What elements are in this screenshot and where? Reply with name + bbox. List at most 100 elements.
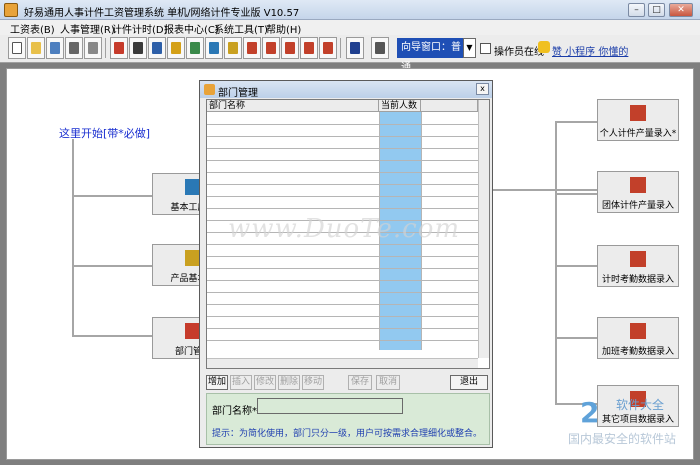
move-button[interactable]: 移动	[302, 375, 324, 390]
user-icon[interactable]	[129, 37, 147, 59]
menu-help[interactable]: 帮助(H)	[266, 21, 301, 36]
form-icon[interactable]	[148, 37, 166, 59]
exit-button[interactable]: 退出	[450, 375, 488, 390]
menu-tools[interactable]: 系统工具(T)	[214, 21, 268, 36]
logo-text-top: 软件大全	[616, 398, 665, 412]
close-button[interactable]: ✕	[669, 3, 693, 17]
connector-line	[72, 265, 152, 267]
connector-line	[555, 337, 597, 339]
connector-line	[72, 139, 74, 337]
logo-text-bottom: 国内最安全的软件站	[568, 432, 677, 446]
calculator-icon[interactable]	[65, 37, 83, 59]
dialog-title: 部门管理	[218, 88, 258, 99]
department-name-field[interactable]	[257, 398, 403, 414]
dialog-title-bar: 部门管理 x	[200, 81, 492, 99]
menu-salary[interactable]: 工资表(B)	[10, 21, 55, 36]
node-overtime[interactable]: 加班考勤数据录入	[597, 317, 679, 359]
connector-line	[72, 195, 152, 197]
node-label: 计时考勤数据录入	[601, 275, 674, 285]
exit-icon[interactable]	[371, 37, 389, 59]
dialog-button-row: 增加 插入 修改 删除 移动 保存 取消 退出	[206, 375, 490, 391]
connector-line	[555, 193, 597, 195]
vertical-scrollbar[interactable]	[478, 100, 489, 358]
insert-button[interactable]: 插入	[230, 375, 252, 390]
cancel-button[interactable]: 取消	[376, 375, 400, 390]
column-header-blank	[421, 100, 478, 112]
grid-row-line	[207, 136, 489, 137]
minimize-button[interactable]: –	[628, 3, 645, 17]
guide-window-select[interactable]: 向导窗口：普通	[397, 38, 465, 73]
grid-row-line	[207, 280, 489, 281]
title-bar: 好易通用人事计件工资管理系统 单机/网络计件专业版 V10.57 – □ ✕	[0, 0, 700, 20]
grid-row-line	[207, 244, 489, 245]
site-logo: 2 软件大全 国内最安全的软件站	[566, 390, 696, 460]
department-name-label: 部门名称*:	[212, 406, 261, 417]
export-icon[interactable]	[346, 37, 364, 59]
app-icon	[4, 3, 18, 17]
horizontal-scrollbar[interactable]	[207, 358, 478, 368]
dialog-close-button[interactable]: x	[476, 83, 489, 95]
edit-icon	[630, 323, 646, 339]
edit-e-icon[interactable]	[319, 37, 337, 59]
department-dialog: 部门管理 x 部门名称 当前人数 增加 插入 修改 删除 移动 保存 取消 退出…	[199, 80, 493, 448]
edit-icon	[630, 105, 646, 121]
edit-a-icon[interactable]	[243, 37, 261, 59]
hint-text: 提示：为简化使用，部门只分一级，用户可按需求合理细化或整合。	[212, 429, 483, 439]
book-icon[interactable]	[167, 37, 185, 59]
menu-piecework[interactable]: 计件计时(D)	[112, 21, 168, 36]
add-button[interactable]: 增加	[206, 375, 228, 390]
grid-row-line	[207, 172, 489, 173]
edit-d-icon[interactable]	[300, 37, 318, 59]
maximize-button[interactable]: □	[648, 3, 665, 17]
node-personal-piecework[interactable]: 个人计件产量录入*	[597, 99, 679, 141]
print-icon[interactable]	[84, 37, 102, 59]
grid-row-line	[207, 208, 489, 209]
sheet-icon[interactable]	[205, 37, 223, 59]
column-header-count[interactable]: 当前人数	[379, 100, 421, 112]
toolbar-separator	[340, 38, 341, 58]
toolbar-separator	[105, 38, 106, 58]
operator-online-checkbox[interactable]	[480, 43, 491, 54]
node-label: 加班考勤数据录入	[601, 347, 674, 357]
chevron-down-icon[interactable]: ▼	[463, 38, 476, 58]
node-timekeeping[interactable]: 计时考勤数据录入	[597, 245, 679, 287]
grid-row-line	[207, 316, 489, 317]
logo-glyph: 2	[580, 396, 600, 429]
edit-b-icon[interactable]	[262, 37, 280, 59]
node-label: 团体计件产量录入	[601, 201, 674, 211]
delete-button[interactable]: 删除	[278, 375, 300, 390]
toolbar: 向导窗口：普通 ▼ 操作员在线 赞 小程序 你懂的	[0, 35, 700, 73]
grid-row-line	[207, 268, 489, 269]
grid-row-line	[207, 304, 489, 305]
connector-line	[493, 189, 597, 191]
edit-icon	[630, 251, 646, 267]
node-label: 个人计件产量录入*	[599, 129, 677, 139]
grid-row-line	[207, 256, 489, 257]
connector-line	[555, 121, 557, 405]
books-icon[interactable]	[186, 37, 204, 59]
grid-row-line	[207, 196, 489, 197]
open-icon[interactable]	[27, 37, 45, 59]
save-button[interactable]: 保存	[348, 375, 372, 390]
import-icon[interactable]	[46, 37, 64, 59]
mini-program-link[interactable]: 赞 小程序 你懂的	[552, 43, 628, 58]
new-icon[interactable]	[8, 37, 26, 59]
menu-personnel[interactable]: 人事管理(R)	[60, 21, 115, 36]
home-icon[interactable]	[110, 37, 128, 59]
gear-icon[interactable]	[224, 37, 242, 59]
edit-c-icon[interactable]	[281, 37, 299, 59]
menu-reports[interactable]: 报表中心(C)	[164, 21, 219, 36]
thumbs-up-icon	[538, 41, 550, 53]
operator-online-label: 操作员在线	[494, 47, 544, 58]
node-group-piecework[interactable]: 团体计件产量录入	[597, 171, 679, 213]
column-header-name[interactable]: 部门名称	[207, 100, 379, 112]
department-form: 部门名称*: 提示：为简化使用，部门只分一级，用户可按需求合理细化或整合。	[206, 393, 490, 445]
grid-row-line	[207, 160, 489, 161]
grid-row-line	[207, 328, 489, 329]
connector-line	[555, 265, 597, 267]
connector-line	[555, 121, 597, 123]
modify-button[interactable]: 修改	[254, 375, 276, 390]
grid-row-line	[207, 124, 489, 125]
edit-icon	[630, 177, 646, 193]
grid-row-line	[207, 184, 489, 185]
